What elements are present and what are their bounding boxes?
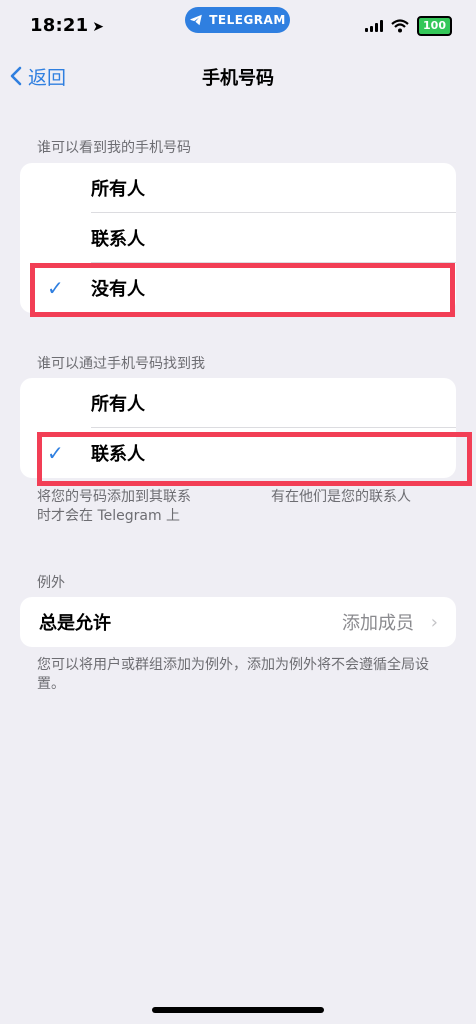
always-allow-row[interactable]: 总是允许 添加成员 › xyxy=(20,597,456,647)
option-label: 所有人 xyxy=(91,394,145,415)
visibility-option-everyone[interactable]: 所有人 xyxy=(20,163,456,213)
home-indicator xyxy=(152,1007,324,1013)
footer-line-1: 将您的号码添加到其联系 有在他们是您的联系人 xyxy=(37,489,411,505)
option-label: 所有人 xyxy=(91,179,145,200)
highlight-box xyxy=(37,432,472,486)
footer-line-2: 时才会在 Telegram 上 xyxy=(37,508,181,524)
telegram-pill-label: TELEGRAM xyxy=(209,13,286,27)
findable-option-everyone[interactable]: 所有人 xyxy=(20,378,456,428)
option-label: 联系人 xyxy=(91,229,145,250)
add-members-value: 添加成员 xyxy=(342,613,414,634)
battery-icon: 100 xyxy=(417,16,452,36)
telegram-plane-icon xyxy=(190,14,203,26)
section-header-visibility: 谁可以看到我的手机号码 xyxy=(37,140,191,156)
section-header-findable: 谁可以通过手机号码找到我 xyxy=(37,356,205,372)
findable-footer: 将您的号码添加到其联系 有在他们是您的联系人 时才会在 Telegram 上 xyxy=(37,488,442,526)
exceptions-footer: 您可以将用户或群组添加为例外，添加为例外将不会遵循全局设置。 xyxy=(37,657,429,692)
visibility-option-contacts[interactable]: 联系人 xyxy=(20,213,456,263)
location-arrow-icon: ➤ xyxy=(92,19,105,35)
section-header-exceptions: 例外 xyxy=(37,575,65,591)
time-text: 18:21 xyxy=(30,15,89,36)
highlight-box xyxy=(30,263,455,317)
status-indicators: 100 xyxy=(365,16,452,36)
signal-icon xyxy=(365,20,384,32)
chevron-right-icon: › xyxy=(430,611,438,633)
wifi-icon xyxy=(391,19,409,33)
page-title: 手机号码 xyxy=(202,68,274,89)
status-time: 18:21 ➤ xyxy=(30,15,104,36)
always-allow-label: 总是允许 xyxy=(39,613,111,634)
telegram-pill[interactable]: TELEGRAM xyxy=(185,7,290,33)
